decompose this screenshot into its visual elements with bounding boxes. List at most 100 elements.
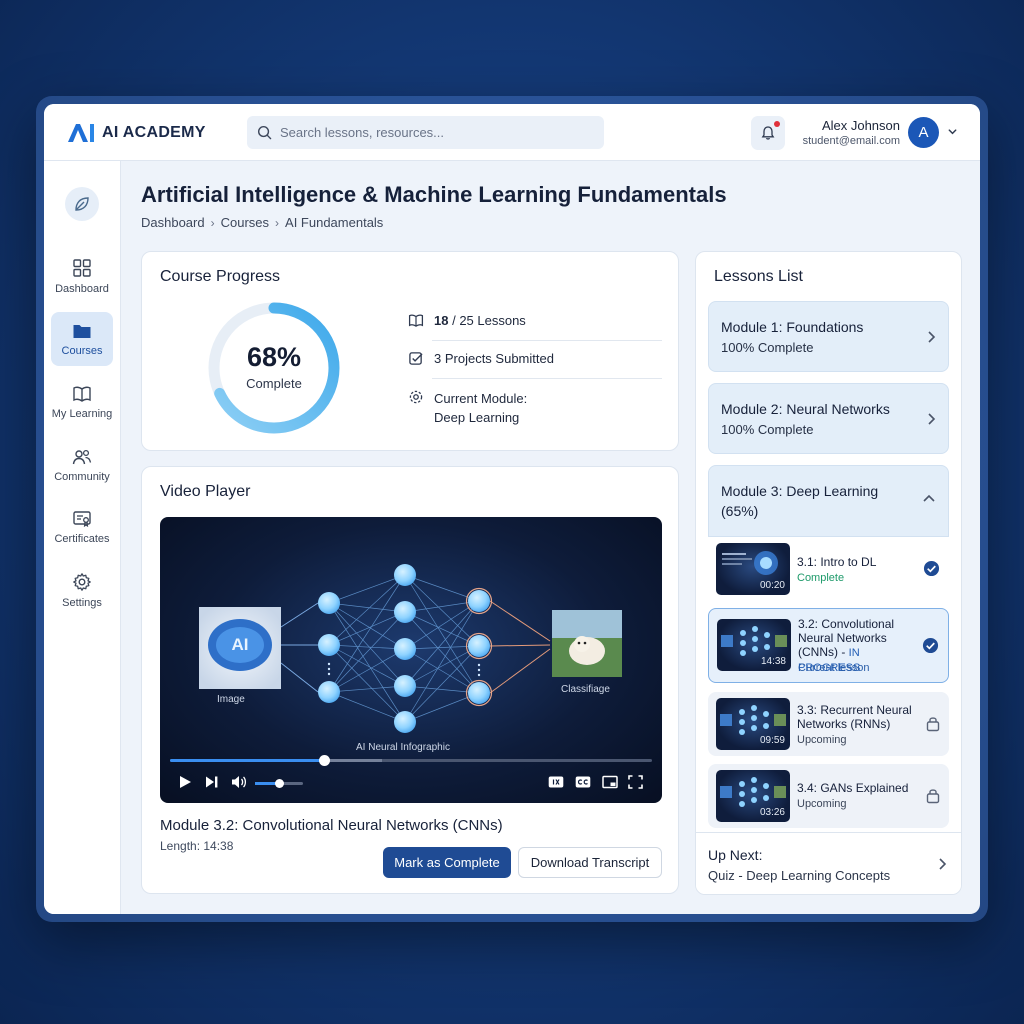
divider <box>432 378 662 379</box>
lesson-item-3-4[interactable]: 03:26 3.4: GANs Explained Upcoming <box>708 764 949 828</box>
sidebar-item-label: Certificates <box>54 532 110 545</box>
gear-icon <box>409 390 423 404</box>
logo-mark-icon <box>68 124 94 142</box>
search-icon <box>257 125 272 140</box>
search-input[interactable] <box>280 125 580 140</box>
progress-card-title: Course Progress <box>160 268 281 285</box>
projects-submitted: 3 Projects Submitted <box>434 351 554 366</box>
user-info[interactable]: Alex Johnson student@email.com <box>803 118 900 147</box>
lesson-item-3-2[interactable]: 14:38 3.2: Convolutional Neural Networks… <box>708 608 949 683</box>
book-icon <box>408 314 424 327</box>
sidebar-item-courses[interactable]: Courses <box>51 312 113 366</box>
lesson-thumbnail: 09:59 <box>716 698 790 750</box>
play-icon[interactable] <box>178 775 192 789</box>
module-name: Module 2: Neural Networks <box>721 401 890 417</box>
users-icon <box>72 449 92 464</box>
module-3-item[interactable]: Module 3: Deep Learning (65%) <box>708 465 949 537</box>
lesson-status: Upcoming <box>797 798 847 810</box>
module-progress: 100% Complete <box>721 422 814 437</box>
module-name: Module 3: Deep Learning <box>721 483 879 499</box>
sidebar-logo[interactable] <box>65 187 99 221</box>
leaf-icon <box>75 197 89 211</box>
lesson-name: 3.3: Recurrent Neural Networks (RNNs) <box>797 703 912 731</box>
certificate-icon <box>73 510 91 527</box>
lesson-duration: 03:26 <box>759 807 785 818</box>
current-module-value: Deep Learning <box>434 410 520 425</box>
captions-icon[interactable] <box>575 775 591 789</box>
book-icon <box>73 386 91 402</box>
current-module-label: Current Module: <box>434 391 528 406</box>
breadcrumb-dashboard[interactable]: Dashboard <box>141 215 205 230</box>
up-next-item[interactable]: Up Next: Quiz - Deep Learning Concepts <box>696 832 961 894</box>
page-title: Artificial Intelligence & Machine Learni… <box>141 182 727 207</box>
lesson-name: 3.4: GANs Explained <box>797 781 909 795</box>
lesson-name-text: 3.2: Convolutional Neural Networks (CNNs… <box>798 617 895 659</box>
output-caption: Classifiage <box>561 684 610 695</box>
lock-icon <box>926 789 940 804</box>
check-circle-icon <box>923 560 940 577</box>
module-progress: (65%) <box>721 503 759 519</box>
gear-icon <box>73 572 91 591</box>
lesson-thumbnail: 03:26 <box>716 770 790 822</box>
video-player[interactable]: AI Image Classifiage AI Neural Infograph… <box>160 517 662 803</box>
lesson-item-3-3[interactable]: 09:59 3.3: Recurrent Neural Networks (RN… <box>708 692 949 756</box>
volume-icon[interactable] <box>231 775 247 789</box>
chevron-right-icon <box>928 413 936 425</box>
sidebar-item-my-learning[interactable]: My Learning <box>51 375 113 429</box>
lock-icon <box>926 717 940 732</box>
sidebar-item-community[interactable]: Community <box>51 438 113 492</box>
sidebar-item-label: Dashboard <box>55 282 109 295</box>
video-lesson-title: Module 3.2: Convolutional Neural Network… <box>160 817 503 834</box>
lessons-stat: 18 / 25 Lessons <box>408 313 662 328</box>
lesson-item-3-1[interactable]: 00:20 3.1: Intro to DL Complete <box>708 537 949 601</box>
projects-stat: 3 Projects Submitted <box>408 351 662 366</box>
mark-complete-button[interactable]: Mark as Complete <box>383 847 511 878</box>
chevron-up-icon <box>923 494 935 502</box>
video-scrubber[interactable] <box>170 755 652 766</box>
svg-text:AI: AI <box>232 635 249 654</box>
user-email: student@email.com <box>802 135 900 147</box>
sidebar-item-settings[interactable]: Settings <box>51 563 113 617</box>
picture-in-picture-icon[interactable] <box>602 775 618 789</box>
course-progress-card: Course Progress 68% Complete 18 / 25 Les… <box>141 251 679 451</box>
video-length: Length: 14:38 <box>160 839 234 853</box>
notifications-button[interactable] <box>751 116 785 150</box>
breadcrumb: Dashboard › Courses › AI Fundamentals <box>141 215 383 230</box>
top-bar: AI ACADEMY Alex Johnson student@email.co… <box>44 104 980 161</box>
lesson-status: Current lesson <box>798 662 870 674</box>
chevron-down-icon[interactable] <box>947 126 958 137</box>
module-progress: 100% Complete <box>721 340 814 355</box>
lesson-duration: 14:38 <box>760 656 786 667</box>
module-1-item[interactable]: Module 1: Foundations 100% Complete <box>708 301 949 372</box>
lesson-thumbnail: 14:38 <box>717 619 791 671</box>
sidebar-item-label: Community <box>54 470 110 483</box>
fullscreen-icon[interactable] <box>628 775 643 789</box>
search-box[interactable] <box>247 116 604 149</box>
volume-handle[interactable] <box>275 779 284 788</box>
folder-icon <box>73 324 91 338</box>
up-next-label: Up Next: <box>708 847 763 863</box>
lessons-list-card: Lessons List Module 1: Foundations 100% … <box>695 251 962 895</box>
download-transcript-button[interactable]: Download Transcript <box>518 847 662 878</box>
video-player-card: Video Player AI Image Classifiage AI Neu… <box>141 466 679 894</box>
sidebar-item-certificates[interactable]: Certificates <box>51 500 113 554</box>
module-2-item[interactable]: Module 2: Neural Networks 100% Complete <box>708 383 949 454</box>
sidebar-item-dashboard[interactable]: Dashboard <box>51 249 113 303</box>
video-card-title: Video Player <box>160 483 251 500</box>
scrubber-buffered <box>324 759 383 762</box>
skip-next-icon[interactable] <box>205 775 219 789</box>
avatar[interactable]: A <box>908 117 939 148</box>
sidebar: Dashboard Courses My Learning Community <box>44 161 121 914</box>
app-window: AI ACADEMY Alex Johnson student@email.co… <box>44 104 980 914</box>
checkbox-icon <box>409 352 423 365</box>
lesson-duration: 00:20 <box>759 580 785 591</box>
divider <box>432 340 662 341</box>
volume-slider[interactable] <box>255 779 303 788</box>
app-name: AI ACADEMY <box>102 124 206 141</box>
breadcrumb-courses[interactable]: Courses <box>221 215 269 230</box>
chevron-right-icon <box>939 858 947 870</box>
app-logo[interactable]: AI ACADEMY <box>66 122 206 144</box>
speed-icon[interactable] <box>548 775 564 789</box>
sidebar-item-label: Settings <box>62 596 102 609</box>
lesson-name: 3.1: Intro to DL <box>797 555 877 569</box>
